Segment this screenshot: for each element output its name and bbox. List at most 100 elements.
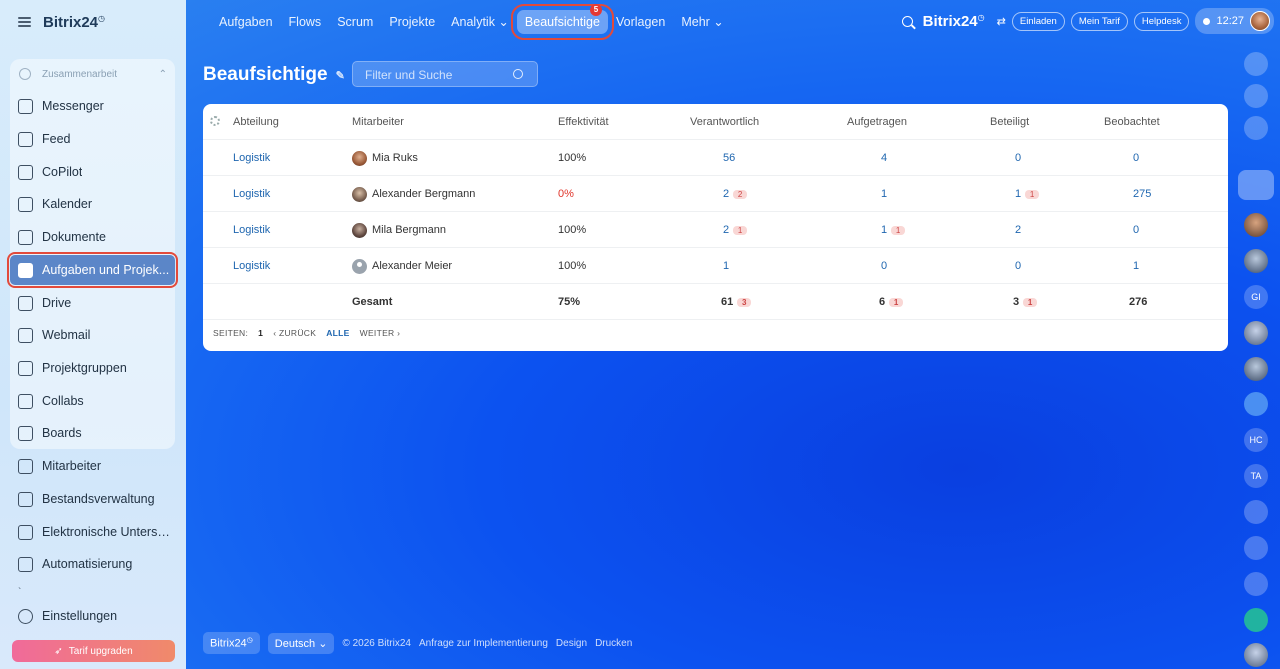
sidebar-item-drive[interactable]: Drive bbox=[10, 288, 175, 318]
col-responsible[interactable]: Verantwortlich bbox=[690, 104, 759, 140]
responsible-count-link[interactable]: 56 bbox=[723, 140, 735, 176]
contact-avatar[interactable] bbox=[1244, 643, 1268, 667]
top-tab-analytik[interactable]: Analytik ⌄ bbox=[443, 14, 517, 29]
lock-icon[interactable] bbox=[1244, 572, 1268, 596]
assigned-count-link[interactable]: 1 bbox=[881, 176, 887, 212]
footer-brand-button[interactable]: Bitrix24◷ bbox=[203, 632, 260, 654]
my-plan-button[interactable]: Mein Tarif bbox=[1070, 11, 1128, 31]
top-tab-scrum[interactable]: Scrum bbox=[329, 15, 381, 29]
col-participating[interactable]: Beteiligt bbox=[990, 104, 1029, 140]
top-tab-mehr[interactable]: Mehr ⌄ bbox=[673, 14, 731, 29]
observing-count-link[interactable]: 0 bbox=[1133, 140, 1139, 176]
sidebar-item-inventory[interactable]: Bestandsverwaltung bbox=[10, 484, 175, 514]
employee-cell[interactable]: Mila Bergmann bbox=[352, 212, 446, 248]
top-tab-beaufsichtige[interactable]: Beaufsichtige 5 bbox=[510, 3, 614, 40]
contact-avatar[interactable] bbox=[1244, 321, 1268, 345]
pin-icon[interactable]: ✎ bbox=[336, 69, 345, 82]
tasks-icon bbox=[18, 262, 33, 278]
participating-count-link[interactable]: 0 bbox=[1015, 248, 1021, 284]
print-link[interactable]: Drucken bbox=[595, 638, 632, 649]
swap-icon[interactable]: ⇄ bbox=[997, 15, 1006, 28]
top-tab-vorlagen[interactable]: Vorlagen bbox=[608, 15, 673, 29]
col-employee[interactable]: Mitarbeiter bbox=[352, 104, 404, 140]
all-pages-link[interactable]: ALLE bbox=[326, 328, 349, 338]
col-assigned[interactable]: Aufgetragen bbox=[847, 104, 907, 140]
next-page-link[interactable]: WEITER › bbox=[360, 328, 401, 338]
collaboration-group-header[interactable]: Zusammenarbeit ⌃ bbox=[10, 64, 175, 84]
invite-button[interactable]: Einladen bbox=[1011, 11, 1065, 31]
department-link[interactable]: Logistik bbox=[233, 176, 270, 212]
search-icon[interactable] bbox=[901, 15, 913, 27]
top-tab-flows[interactable]: Flows bbox=[281, 15, 330, 29]
user-avatar[interactable] bbox=[1250, 11, 1270, 31]
document-icon[interactable] bbox=[1244, 608, 1268, 632]
sidebar-item-esign[interactable]: Elektronische Untersc... bbox=[10, 517, 175, 547]
sidebar-item-employees[interactable]: Mitarbeiter bbox=[10, 451, 175, 481]
contact-initials[interactable]: GI bbox=[1244, 285, 1268, 309]
contact-initials[interactable]: TA bbox=[1244, 464, 1268, 488]
sidebar-item-documents[interactable]: Dokumente bbox=[10, 222, 175, 252]
page-number[interactable]: 1 bbox=[258, 328, 263, 338]
top-tab-projekte[interactable]: Projekte bbox=[381, 15, 443, 29]
notifications-icon[interactable] bbox=[1244, 52, 1268, 76]
sidebar-item-boards[interactable]: Boards bbox=[10, 418, 175, 448]
group-chat-icon[interactable] bbox=[1244, 392, 1268, 416]
sidebar-item-groups[interactable]: Projektgruppen bbox=[10, 353, 175, 383]
bookmark-icon[interactable] bbox=[1238, 170, 1274, 200]
work-time-clock[interactable]: 12:27 bbox=[1195, 8, 1274, 34]
chat-icon[interactable] bbox=[1244, 116, 1268, 140]
participating-count-link[interactable]: 11 bbox=[1015, 176, 1040, 212]
observing-count-link[interactable]: 1 bbox=[1133, 248, 1139, 284]
department-link[interactable]: Logistik bbox=[233, 248, 270, 284]
col-effectiveness[interactable]: Effektivität bbox=[558, 104, 609, 140]
activity-icon[interactable] bbox=[1244, 84, 1268, 108]
responsible-count-link[interactable]: 21 bbox=[723, 212, 748, 248]
upgrade-plan-button[interactable]: ➶ Tarif upgraden bbox=[12, 640, 175, 662]
filter-search-input[interactable]: Filter und Suche bbox=[352, 61, 538, 87]
sidebar-item-copilot[interactable]: CoPilot bbox=[10, 157, 175, 187]
col-department[interactable]: Abteilung bbox=[233, 104, 279, 140]
prev-page-link[interactable]: ‹ ZURÜCK bbox=[273, 328, 316, 338]
col-observing[interactable]: Beobachtet bbox=[1104, 104, 1160, 140]
language-select[interactable]: Deutsch ⌄ bbox=[267, 632, 335, 654]
contact-avatar[interactable] bbox=[1244, 249, 1268, 273]
assigned-count-link[interactable]: 0 bbox=[881, 248, 887, 284]
sidebar-item-messenger[interactable]: Messenger bbox=[10, 91, 175, 121]
sidebar-item-calendar[interactable]: Kalender bbox=[10, 189, 175, 219]
assigned-count-link[interactable]: 4 bbox=[881, 140, 887, 176]
observing-count-link[interactable]: 275 bbox=[1133, 176, 1151, 212]
contact-initials[interactable]: HC bbox=[1244, 428, 1268, 452]
sidebar-item-feed[interactable]: Feed bbox=[10, 124, 175, 154]
responsible-count-link[interactable]: 1 bbox=[723, 248, 729, 284]
sidebar-item-mail[interactable]: Webmail bbox=[10, 320, 175, 350]
employee-cell[interactable]: Mia Ruks bbox=[352, 140, 418, 176]
chevron-up-icon[interactable]: ⌃ bbox=[159, 69, 167, 80]
contact-avatar[interactable] bbox=[1244, 213, 1268, 237]
search-icon[interactable] bbox=[513, 69, 523, 79]
sidebar-item-collabs[interactable]: Collabs bbox=[10, 386, 175, 416]
design-link[interactable]: Design bbox=[556, 638, 587, 649]
collaboration-icon bbox=[19, 68, 31, 80]
menu-icon[interactable] bbox=[18, 17, 31, 27]
participating-count-link[interactable]: 2 bbox=[1015, 212, 1021, 248]
responsible-count-link[interactable]: 22 bbox=[723, 176, 748, 212]
department-link[interactable]: Logistik bbox=[233, 140, 270, 176]
implementation-link[interactable]: Anfrage zur Implementierung bbox=[419, 638, 548, 649]
observing-count-link[interactable]: 0 bbox=[1133, 212, 1139, 248]
screen-icon[interactable] bbox=[1244, 536, 1268, 560]
copilot-icon[interactable] bbox=[1244, 500, 1268, 524]
sidebar-item-tasks[interactable]: Aufgaben und Projek... bbox=[7, 252, 178, 288]
assigned-count-link[interactable]: 11 bbox=[881, 212, 906, 248]
participating-count-link[interactable]: 0 bbox=[1015, 140, 1021, 176]
helpdesk-button[interactable]: Helpdesk bbox=[1133, 11, 1190, 31]
contact-avatar[interactable] bbox=[1244, 357, 1268, 381]
counter-badge: 1 bbox=[1023, 297, 1038, 307]
employee-cell[interactable]: Alexander Meier bbox=[352, 248, 452, 284]
gear-icon[interactable] bbox=[210, 116, 220, 126]
brand-logo[interactable]: Bitrix24◷ bbox=[43, 14, 105, 31]
sidebar-item-settings[interactable]: Einstellungen bbox=[10, 601, 175, 631]
sidebar-item-automation[interactable]: Automatisierung bbox=[10, 549, 175, 579]
top-tab-aufgaben[interactable]: Aufgaben bbox=[211, 15, 281, 29]
employee-cell[interactable]: Alexander Bergmann bbox=[352, 176, 475, 212]
department-link[interactable]: Logistik bbox=[233, 212, 270, 248]
